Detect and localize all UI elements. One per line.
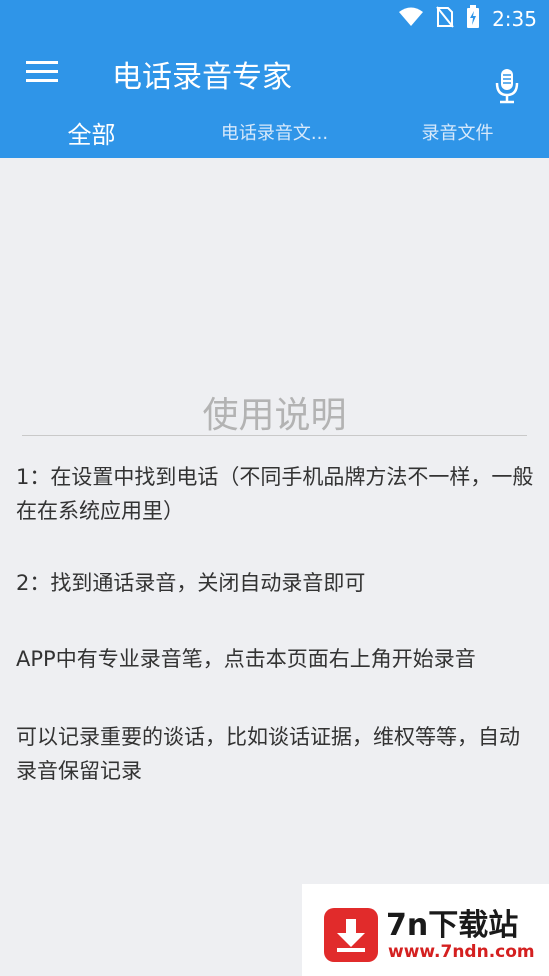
instruction-item: 可以记录重要的谈话，比如谈话证据，维权等等，自动录音保留记录 — [16, 725, 520, 783]
app-bar: 2:35 电话录音专家 全部 电话录音文... 录音文件 — [0, 0, 549, 158]
status-time: 2:35 — [492, 7, 537, 31]
app-title: 电话录音专家 — [112, 60, 292, 95]
tab-recording-files[interactable]: 录音文件 — [366, 106, 549, 158]
battery-charging-icon — [466, 5, 480, 33]
hamburger-menu-icon[interactable] — [22, 54, 62, 90]
toolbar: 电话录音专家 — [0, 38, 549, 110]
section-title: 使用说明 — [202, 395, 347, 436]
wifi-icon — [398, 7, 424, 31]
watermark-url: www.7ndn.com — [388, 942, 535, 962]
instruction-item: 1：在设置中找到电话（不同手机品牌方法不一样，一般在在系统应用里） — [16, 465, 534, 523]
divider — [22, 435, 527, 436]
watermark-name: 7n下载站 — [386, 908, 519, 943]
tab-all[interactable]: 全部 — [0, 106, 183, 158]
instruction-item: APP中有专业录音笔，点击本页面右上角开始录音 — [16, 647, 476, 671]
instruction-item: 2：找到通话录音，关闭自动录音即可 — [16, 571, 366, 595]
download-arrow-icon — [324, 908, 378, 962]
microphone-icon[interactable] — [491, 64, 523, 108]
tab-call-recordings[interactable]: 电话录音文... — [183, 106, 366, 158]
no-sim-icon — [436, 6, 454, 32]
status-bar: 2:35 — [0, 0, 549, 38]
tab-bar: 全部 电话录音文... 录音文件 — [0, 106, 549, 158]
watermark: 7n下载站 www.7ndn.com — [302, 884, 549, 976]
status-icons: 2:35 — [398, 5, 537, 33]
